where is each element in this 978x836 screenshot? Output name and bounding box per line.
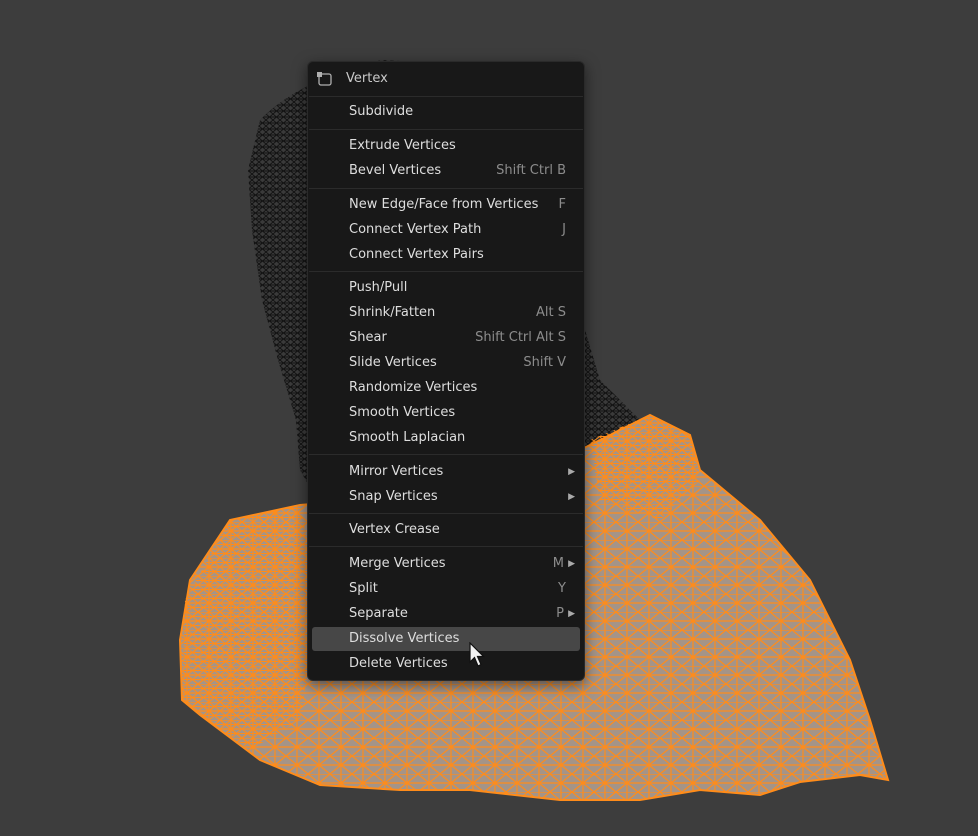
menu-item-split[interactable]: Split Y — [312, 577, 580, 601]
menu-item-shortcut: M — [552, 556, 564, 571]
menu-item-label: Connect Vertex Path — [349, 222, 482, 237]
menu-item-label: Delete Vertices — [349, 656, 448, 671]
menu-item-label: Merge Vertices — [349, 556, 446, 571]
menu-item-label: Connect Vertex Pairs — [349, 247, 484, 262]
menu-item-connect-vertex-pairs[interactable]: Connect Vertex Pairs — [312, 243, 580, 267]
menu-item-label: Subdivide — [349, 104, 414, 119]
menu-item-subdivide[interactable]: Subdivide — [312, 100, 580, 124]
menu-item-shortcut: P — [556, 606, 564, 621]
menu-item-label: Shrink/Fatten — [349, 305, 436, 320]
menu-item-shortcut: Y — [558, 581, 566, 596]
menu-separator — [309, 454, 583, 455]
menu-item-label: Shear — [349, 330, 387, 345]
menu-item-shortcut: Shift Ctrl B — [496, 163, 566, 178]
menu-item-slide-vertices[interactable]: Slide Vertices Shift V — [312, 351, 580, 375]
menu-item-separate[interactable]: Separate P ▶ — [312, 602, 580, 626]
menu-separator — [309, 96, 583, 97]
menu-separator — [309, 546, 583, 547]
menu-item-label: Randomize Vertices — [349, 380, 478, 395]
menu-item-shortcut: F — [558, 197, 566, 212]
menu-item-label: Vertex Crease — [349, 522, 440, 537]
submenu-arrow-icon: ▶ — [568, 467, 575, 477]
menu-item-label: Push/Pull — [349, 280, 408, 295]
menu-item-vertex-crease[interactable]: Vertex Crease — [312, 518, 580, 542]
menu-item-shrink-fatten[interactable]: Shrink/Fatten Alt S — [312, 301, 580, 325]
menu-item-extrude-vertices[interactable]: Extrude Vertices — [312, 134, 580, 158]
menu-item-shortcut: Shift Ctrl Alt S — [475, 330, 566, 345]
menu-item-shortcut: Shift V — [523, 355, 566, 370]
menu-header: Vertex — [308, 62, 584, 96]
menu-item-push-pull[interactable]: Push/Pull — [312, 276, 580, 300]
menu-item-label: Extrude Vertices — [349, 138, 456, 153]
menu-separator — [309, 513, 583, 514]
menu-item-shortcut: J — [562, 222, 566, 237]
menu-item-label: Bevel Vertices — [349, 163, 442, 178]
menu-item-dissolve-vertices[interactable]: Dissolve Vertices — [312, 627, 580, 651]
menu-item-label: Snap Vertices — [349, 489, 438, 504]
menu-item-label: Dissolve Vertices — [349, 631, 460, 646]
submenu-arrow-icon: ▶ — [568, 559, 575, 569]
menu-item-shear[interactable]: Shear Shift Ctrl Alt S — [312, 326, 580, 350]
menu-item-smooth-laplacian[interactable]: Smooth Laplacian — [312, 426, 580, 450]
menu-separator — [309, 271, 583, 272]
menu-item-connect-vertex-path[interactable]: Connect Vertex Path J — [312, 218, 580, 242]
menu-separator — [309, 188, 583, 189]
menu-item-label: Smooth Laplacian — [349, 430, 466, 445]
menu-item-shortcut: Alt S — [536, 305, 566, 320]
mouse-pointer-icon — [469, 642, 485, 667]
submenu-arrow-icon: ▶ — [568, 492, 575, 502]
menu-item-merge-vertices[interactable]: Merge Vertices M ▶ — [312, 552, 580, 576]
menu-item-randomize-vertices[interactable]: Randomize Vertices — [312, 376, 580, 400]
menu-item-label: New Edge/Face from Vertices — [349, 197, 539, 212]
menu-title: Vertex — [346, 71, 388, 86]
menu-item-bevel-vertices[interactable]: Bevel Vertices Shift Ctrl B — [312, 159, 580, 183]
vertex-context-menu: Vertex Subdivide Extrude Vertices Bevel … — [307, 61, 585, 681]
menu-separator — [309, 129, 583, 130]
menu-item-smooth-vertices[interactable]: Smooth Vertices — [312, 401, 580, 425]
vertex-select-icon — [317, 72, 332, 86]
menu-item-new-edge-face[interactable]: New Edge/Face from Vertices F — [312, 193, 580, 217]
submenu-arrow-icon: ▶ — [568, 609, 575, 619]
menu-item-label: Separate — [349, 606, 408, 621]
menu-item-snap-vertices[interactable]: Snap Vertices ▶ — [312, 485, 580, 509]
menu-item-label: Split — [349, 581, 378, 596]
menu-item-delete-vertices[interactable]: Delete Vertices — [312, 652, 580, 676]
menu-item-label: Smooth Vertices — [349, 405, 456, 420]
menu-item-mirror-vertices[interactable]: Mirror Vertices ▶ — [312, 460, 580, 484]
menu-item-label: Slide Vertices — [349, 355, 437, 370]
menu-item-label: Mirror Vertices — [349, 464, 444, 479]
